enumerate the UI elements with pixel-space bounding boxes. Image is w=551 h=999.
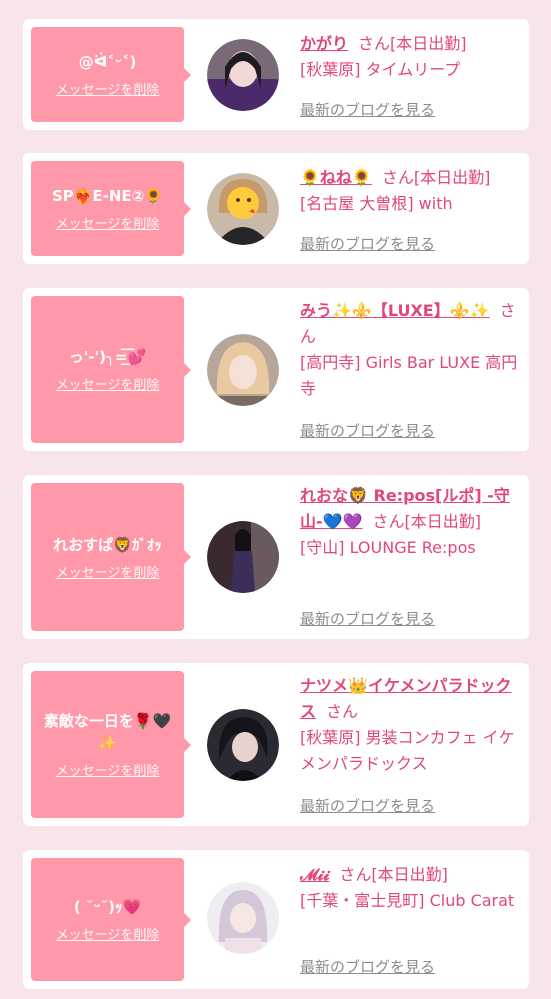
honorific: さん	[339, 865, 372, 884]
status-badge: [本日出勤]	[371, 865, 448, 884]
message-bubble: れおすぱ🦁ｶﾞｵｯ メッセージを削除	[31, 483, 191, 631]
message-bubble: ( ˘ᵕ˘)ｯ💗 メッセージを削除	[31, 858, 191, 981]
cast-name-link[interactable]: 𝓜𝓲𝓲	[300, 865, 329, 884]
message-card: 素敵な一日を🌹🖤✨ メッセージを削除 ナツメ👑イケメンパラドックス さん [秋葉原…	[23, 663, 529, 826]
delete-message-link[interactable]: メッセージを削除	[56, 924, 160, 943]
shop-name: [守山] LOUNGE Re:pos	[300, 538, 476, 557]
cast-info: 𝓜𝓲𝓲 さん[本日出勤] [千葉・富士見町] Club Carat	[300, 862, 520, 914]
message-card: れおすぱ🦁ｶﾞｵｯ メッセージを削除 れおな🦁 Re:pos[ルポ] -守山-💙…	[23, 475, 529, 639]
delete-message-link[interactable]: メッセージを削除	[56, 760, 160, 779]
message-card: SP❤️‍🔥E-NE②🌻 メッセージを削除 🌻ねね🌻 さん[本日出勤] [名古屋 …	[23, 153, 529, 264]
latest-blog-link[interactable]: 最新のブログを見る	[300, 233, 435, 254]
status-badge: [本日出勤]	[413, 168, 491, 187]
avatar[interactable]	[207, 882, 279, 954]
latest-blog-link[interactable]: 最新のブログを見る	[300, 420, 435, 441]
delete-message-link[interactable]: メッセージを削除	[56, 213, 160, 232]
avatar[interactable]	[207, 709, 279, 781]
message-bubble: @ᐛ˂ᵕ˂) メッセージを削除	[31, 27, 191, 122]
latest-blog-link[interactable]: 最新のブログを見る	[300, 608, 435, 629]
message-card: っ'-')╮=͟͟͞͞💕 メッセージを削除 みう✨⚜️【LUXE】⚜️✨ さん […	[23, 288, 529, 451]
message-bubble: 素敵な一日を🌹🖤✨ メッセージを削除	[31, 671, 191, 818]
status-badge: [本日出勤]	[404, 512, 482, 531]
delete-message-link[interactable]: メッセージを削除	[56, 79, 160, 98]
honorific: さん	[358, 34, 391, 53]
latest-blog-link[interactable]: 最新のブログを見る	[300, 956, 435, 977]
cast-info: みう✨⚜️【LUXE】⚜️✨ さん [高円寺] Girls Bar LUXE 高円…	[300, 298, 520, 402]
latest-blog-link[interactable]: 最新のブログを見る	[300, 99, 435, 120]
avatar[interactable]	[207, 39, 279, 111]
cast-name-link[interactable]: 🌻ねね🌻	[300, 168, 372, 187]
message-card: ( ˘ᵕ˘)ｯ💗 メッセージを削除 𝓜𝓲𝓲 さん[本日出勤] [千葉・富士見町] …	[23, 850, 529, 989]
message-bubble: SP❤️‍🔥E-NE②🌻 メッセージを削除	[31, 161, 191, 256]
cast-name-link[interactable]: かがり	[300, 34, 348, 53]
shop-name: [秋葉原] タイムリープ	[300, 60, 461, 79]
shop-name: [高円寺] Girls Bar LUXE 高円寺	[300, 353, 518, 398]
cast-info: 🌻ねね🌻 さん[本日出勤] [名古屋 大曽根] with	[300, 165, 520, 217]
avatar[interactable]	[207, 334, 279, 406]
status-badge: [本日出勤]	[390, 34, 467, 53]
latest-blog-link[interactable]: 最新のブログを見る	[300, 795, 435, 816]
honorific: さん	[372, 512, 405, 531]
message-text: SP❤️‍🔥E-NE②🌻	[51, 187, 164, 205]
message-text: ( ˘ᵕ˘)ｯ💗	[73, 898, 142, 916]
delete-message-link[interactable]: メッセージを削除	[56, 562, 160, 581]
cast-info: かがり さん[本日出勤] [秋葉原] タイムリープ	[300, 31, 520, 83]
message-text: れおすぱ🦁ｶﾞｵｯ	[53, 535, 162, 554]
honorific: さん	[381, 168, 414, 187]
message-text: @ᐛ˂ᵕ˂)	[78, 53, 137, 71]
delete-message-link[interactable]: メッセージを削除	[56, 374, 160, 393]
avatar[interactable]	[207, 173, 279, 245]
cast-name-link[interactable]: みう✨⚜️【LUXE】⚜️✨	[300, 301, 490, 320]
message-card: @ᐛ˂ᵕ˂) メッセージを削除 かがり さん[本日出勤] [秋葉原] タイムリープ…	[23, 19, 529, 130]
honorific: さん	[326, 702, 359, 721]
message-bubble: っ'-')╮=͟͟͞͞💕 メッセージを削除	[31, 296, 191, 443]
cast-info: れおな🦁 Re:pos[ルポ] -守山-💙💜 さん[本日出勤] [守山] LOUN…	[300, 483, 520, 561]
message-text: っ'-')╮=͟͟͞͞💕	[68, 348, 147, 366]
message-text: 素敵な一日を🌹🖤✨	[43, 712, 172, 752]
avatar[interactable]	[207, 521, 279, 593]
shop-name: [千葉・富士見町] Club Carat	[300, 891, 515, 910]
shop-name: [名古屋 大曽根] with	[300, 194, 453, 213]
shop-name: [秋葉原] 男装コンカフェ イケメンパラドックス	[300, 728, 515, 773]
cast-info: ナツメ👑イケメンパラドックス さん [秋葉原] 男装コンカフェ イケメンパラドック…	[300, 673, 520, 777]
